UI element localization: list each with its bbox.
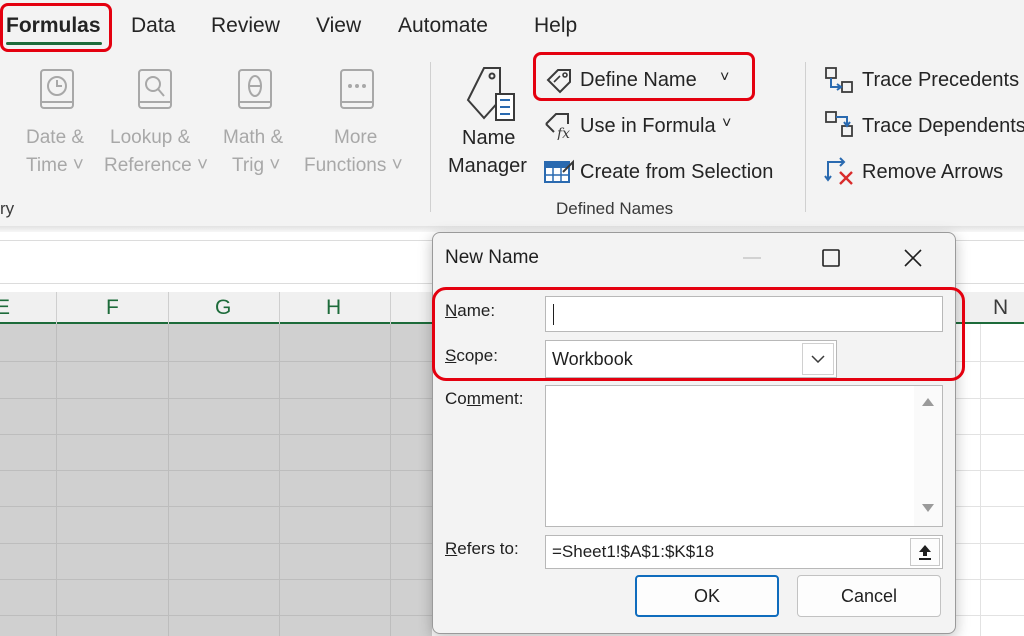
create-from-selection-label: Create from Selection	[580, 161, 774, 183]
column-divider	[168, 292, 169, 324]
svg-text:fx: fx	[556, 126, 570, 140]
define-name-label: Define Name	[580, 69, 697, 91]
scrollbar[interactable]	[914, 386, 942, 526]
remove-arrows-icon	[824, 157, 853, 185]
date-time-label-1: Date &	[26, 127, 85, 148]
menu-tab-bar: Formulas Data Review View Automate Help	[0, 0, 1024, 54]
grid-line	[0, 470, 432, 471]
ribbon-separator	[430, 62, 431, 212]
maximize-icon[interactable]	[811, 243, 851, 273]
name-input[interactable]	[545, 296, 943, 332]
refers-to-label: Refers to:	[445, 539, 519, 558]
magnifier-book-icon	[138, 69, 172, 109]
trace-dependents-icon	[825, 111, 853, 137]
comment-textarea[interactable]	[545, 385, 943, 527]
column-divider	[56, 292, 57, 324]
grid-line	[956, 615, 1024, 616]
grid-line	[956, 361, 1024, 362]
grid-line	[0, 398, 432, 399]
dialog-title: New Name	[445, 247, 539, 268]
lookup-reference-label-1: Lookup &	[110, 127, 191, 148]
column-header-f[interactable]: F	[106, 296, 119, 320]
define-name-tag-icon	[546, 69, 571, 94]
name-tag-icon	[466, 67, 515, 121]
ok-button[interactable]: OK	[635, 575, 779, 617]
column-header-g[interactable]: G	[215, 296, 231, 320]
create-from-selection-icon	[544, 159, 574, 183]
grid-line	[0, 615, 432, 616]
collapse-dialog-icon[interactable]	[910, 538, 940, 566]
column-header-h[interactable]: H	[326, 296, 341, 320]
trace-precedents-icon	[825, 67, 853, 93]
function-library-group-label: ry	[0, 199, 15, 218]
defined-names-group-label: Defined Names	[556, 199, 674, 218]
new-name-dialog: New Name Name: Scope: Workbook Comment: …	[432, 232, 956, 634]
more-functions-label-1: More	[334, 127, 378, 148]
chevron-down-icon: ˅	[720, 69, 730, 86]
clock-book-icon	[40, 69, 74, 109]
trace-dependents-label: Trace Dependents	[862, 115, 1024, 137]
chevron-down-icon[interactable]	[802, 343, 834, 375]
column-divider	[390, 292, 391, 324]
text-cursor	[553, 304, 554, 325]
grid-line	[956, 506, 1024, 507]
grid-line	[0, 543, 432, 544]
grid-line	[390, 324, 391, 636]
selected-cell-range[interactable]	[0, 324, 432, 636]
column-header-n[interactable]: N	[993, 296, 1008, 320]
date-time-label-2: Time ˅	[26, 155, 84, 176]
tab-formulas[interactable]: Formulas	[6, 14, 101, 38]
grid-line	[980, 324, 981, 636]
grid-line	[956, 434, 1024, 435]
column-divider	[279, 292, 280, 324]
theta-book-icon	[238, 69, 272, 109]
grid-line	[279, 324, 280, 636]
tab-review[interactable]: Review	[211, 14, 280, 38]
trace-precedents-label: Trace Precedents	[862, 69, 1020, 91]
active-tab-underline	[6, 42, 102, 45]
grid-line	[0, 579, 432, 580]
use-in-formula-label: Use in Formula	[580, 115, 716, 137]
grid-line	[0, 434, 432, 435]
name-manager-label-2: Manager	[448, 155, 527, 177]
name-manager-label-1: Name	[462, 127, 516, 149]
use-in-formula-icon: fx	[545, 113, 570, 140]
scope-select[interactable]: Workbook	[545, 340, 837, 378]
tab-automate[interactable]: Automate	[398, 14, 488, 38]
scope-label: Scope:	[445, 346, 498, 365]
math-trig-label-2: Trig ˅	[232, 155, 281, 176]
grid-line	[168, 324, 169, 636]
ribbon-separator	[805, 62, 806, 212]
close-icon[interactable]	[893, 243, 933, 273]
cancel-button[interactable]: Cancel	[797, 575, 941, 617]
refers-to-input[interactable]: =Sheet1!$A$1:$K$18	[545, 535, 943, 569]
grid-line	[956, 543, 1024, 544]
tab-help[interactable]: Help	[534, 14, 577, 38]
more-functions-label-2: Functions ˅	[304, 155, 403, 176]
grid-line	[956, 470, 1024, 471]
scroll-up-icon[interactable]	[922, 398, 934, 406]
lookup-reference-label-2: Reference ˅	[104, 155, 209, 176]
grid-line	[0, 506, 432, 507]
scroll-down-icon[interactable]	[922, 504, 934, 512]
name-label: Name:	[445, 301, 496, 320]
ribbon: Date & Time ˅ Lookup & Reference ˅ Math …	[0, 54, 1024, 226]
dots-book-icon	[340, 69, 374, 109]
grid-line	[956, 398, 1024, 399]
comment-label: Comment:	[445, 389, 524, 408]
grid-line	[56, 324, 57, 636]
remove-arrows-label: Remove Arrows	[862, 161, 1004, 183]
grid-line	[0, 361, 432, 362]
math-trig-label-1: Math &	[223, 127, 284, 148]
minimize-icon	[733, 243, 773, 273]
column-header-e[interactable]: E	[0, 296, 10, 320]
grid-line	[956, 579, 1024, 580]
chevron-down-icon: ˅	[722, 115, 732, 132]
tab-data[interactable]: Data	[131, 14, 175, 38]
unselected-cells[interactable]	[956, 324, 1024, 636]
tab-view[interactable]: View	[316, 14, 361, 38]
